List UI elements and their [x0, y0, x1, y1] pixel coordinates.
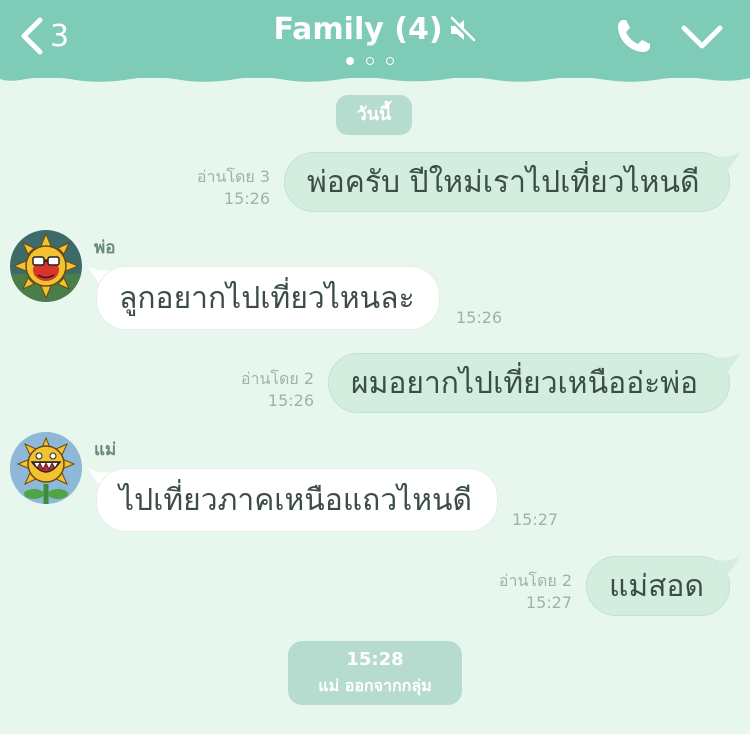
sender-name: พ่อ [94, 238, 116, 258]
system-notice: 15:28 แม่ ออกจากกลุ่ม [288, 641, 462, 705]
bubble-tail [716, 152, 740, 174]
chevron-down-icon[interactable] [680, 20, 724, 52]
read-receipt: อ่านโดย 3 [196, 167, 270, 186]
message-text: พ่อครับ ปีใหม่เราไปเที่ยวไหนดี [307, 164, 700, 200]
message-text: แม่สอด [609, 568, 704, 604]
message-bubble[interactable]: ลูกอยากไปเที่ยวไหนละ [96, 266, 440, 330]
bubble-tail [716, 353, 740, 375]
bubble-tail [716, 556, 740, 578]
read-receipt: อ่านโดย 2 [498, 571, 572, 590]
read-receipt: อ่านโดย 2 [240, 369, 314, 388]
system-time: 15:28 [346, 649, 404, 670]
page-dot [346, 57, 354, 65]
message-meta: อ่านโดย 3 15:26 [170, 166, 270, 210]
avatar[interactable] [10, 432, 82, 504]
page-dot [366, 57, 374, 65]
message-text: ผมอยากไปเที่ยวเหนืออ่ะพ่อ [351, 365, 699, 401]
message-text: ลูกอยากไปเที่ยวไหนละ [119, 280, 415, 316]
message-bubble[interactable]: ไปเที่ยวภาคเหนือแถวไหนดี [96, 468, 498, 532]
message-meta: อ่านโดย 2 15:26 [214, 368, 314, 412]
phone-icon[interactable] [614, 16, 654, 56]
chat-title: Family (4) [273, 12, 443, 47]
mute-icon [448, 16, 475, 43]
mother-avatar-image [10, 432, 82, 504]
father-avatar-image [10, 230, 82, 302]
header-wave [0, 74, 750, 82]
message-meta: อ่านโดย 2 15:27 [472, 570, 572, 614]
message-bubble[interactable]: แม่สอด [586, 556, 730, 616]
date-badge: วันนี้ [336, 95, 412, 135]
page-indicator [346, 57, 394, 65]
message-text: ไปเที่ยวภาคเหนือแถวไหนดี [119, 482, 473, 518]
system-text: แม่ ออกจากกลุ่ม [318, 676, 432, 695]
chat-header: 3 Family (4) [0, 0, 750, 78]
message-time: 15:26 [223, 189, 270, 208]
sender-name: แม่ [94, 440, 117, 460]
message-time: 15:27 [512, 510, 559, 529]
message-time: 15:27 [525, 593, 572, 612]
message-time: 15:26 [456, 308, 503, 327]
message-bubble[interactable]: ผมอยากไปเที่ยวเหนืออ่ะพ่อ [328, 353, 730, 413]
page-dot [386, 57, 394, 65]
message-bubble[interactable]: พ่อครับ ปีใหม่เราไปเที่ยวไหนดี [284, 152, 730, 212]
message-time: 15:26 [267, 391, 314, 410]
avatar[interactable] [10, 230, 82, 302]
